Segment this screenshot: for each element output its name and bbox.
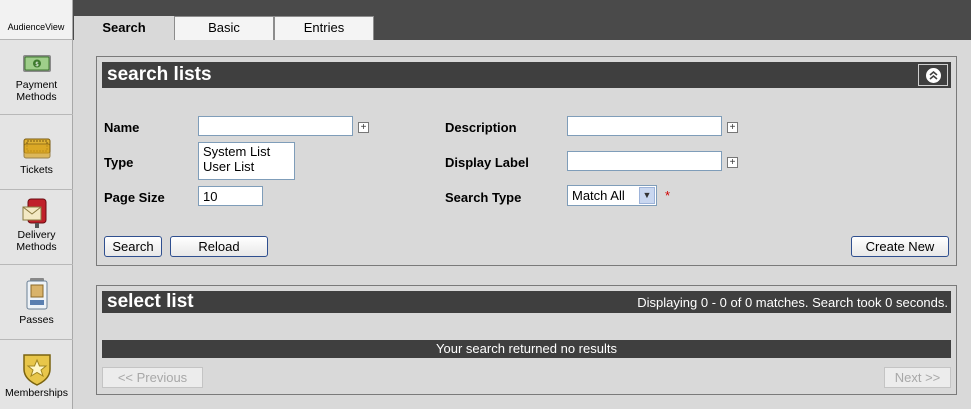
type-listbox[interactable]: System List User List: [198, 142, 295, 180]
name-input[interactable]: [198, 116, 353, 136]
sidebar-item-label: Tickets: [20, 164, 53, 176]
page-size-input[interactable]: [198, 186, 263, 206]
display-label-add-icon[interactable]: +: [727, 157, 738, 168]
select-list-panel: select list Displaying 0 - 0 of 0 matche…: [96, 285, 957, 395]
sidebar-item-label: Payment: [15, 79, 58, 91]
type-option-system-list[interactable]: System List: [203, 144, 290, 159]
brand-logo: AudienceView: [0, 0, 72, 40]
panel-title: search lists: [107, 64, 212, 85]
type-label: Type: [104, 155, 134, 170]
sidebar-item-label: Passes: [19, 314, 54, 326]
sidebar-item-label: Methods: [16, 91, 57, 103]
page-size-label: Page Size: [104, 190, 165, 205]
display-label-label: Display Label: [445, 155, 529, 170]
sidebar-item-label: Memberships: [4, 387, 69, 399]
ticket-icon: [23, 138, 50, 159]
select-panel-header: select list Displaying 0 - 0 of 0 matche…: [102, 291, 951, 313]
search-type-label: Search Type: [445, 190, 522, 205]
type-option-user-list[interactable]: User List: [203, 159, 290, 174]
mailbox-icon: [22, 198, 46, 228]
required-asterisk: *: [665, 188, 671, 203]
money-icon: $: [22, 55, 51, 72]
sidebar-item-tickets[interactable]: Tickets: [0, 116, 73, 190]
tab-entries[interactable]: Entries: [274, 16, 374, 40]
results-summary: Displaying 0 - 0 of 0 matches. Search to…: [637, 295, 948, 310]
sidebar-item-label: Methods: [16, 241, 57, 253]
display-label-input[interactable]: [567, 151, 722, 171]
sidebar-item-memberships[interactable]: Memberships: [0, 341, 73, 409]
reload-button[interactable]: Reload: [170, 236, 268, 257]
sidebar: AudienceView $ Payment Methods Tickets D…: [0, 0, 73, 409]
sidebar-item-passes[interactable]: Passes: [0, 266, 73, 340]
description-label: Description: [445, 120, 517, 135]
description-add-icon[interactable]: +: [727, 122, 738, 133]
description-input[interactable]: [567, 116, 722, 136]
badge-star-icon: [22, 354, 51, 386]
pass-card-icon: [26, 278, 47, 310]
create-new-button[interactable]: Create New: [851, 236, 949, 257]
svg-text:$: $: [35, 61, 39, 68]
name-add-icon[interactable]: +: [358, 122, 369, 133]
collapse-up-icon: [926, 68, 941, 83]
sidebar-item-payment-methods[interactable]: $ Payment Methods: [0, 41, 73, 115]
sidebar-item-label: Delivery: [17, 229, 56, 241]
collapse-button[interactable]: [918, 64, 948, 86]
top-tab-bar: Search Basic Entries: [73, 0, 971, 41]
empty-results-message: Your search returned no results: [102, 340, 951, 358]
chevron-down-icon: ▼: [639, 187, 655, 204]
panel-title: select list: [107, 291, 194, 312]
search-type-value: Match All: [572, 188, 625, 203]
next-page-button[interactable]: Next >>: [884, 367, 951, 388]
search-type-select[interactable]: Match All ▼: [567, 185, 657, 206]
search-panel-header: search lists: [102, 62, 951, 88]
sidebar-item-delivery-methods[interactable]: Delivery Methods: [0, 191, 73, 265]
search-panel: search lists Name + Type System List Use…: [96, 56, 957, 266]
name-label: Name: [104, 120, 140, 135]
previous-page-button[interactable]: << Previous: [102, 367, 203, 388]
search-button[interactable]: Search: [104, 236, 162, 257]
tab-search[interactable]: Search: [74, 16, 174, 41]
tab-basic[interactable]: Basic: [174, 16, 274, 40]
